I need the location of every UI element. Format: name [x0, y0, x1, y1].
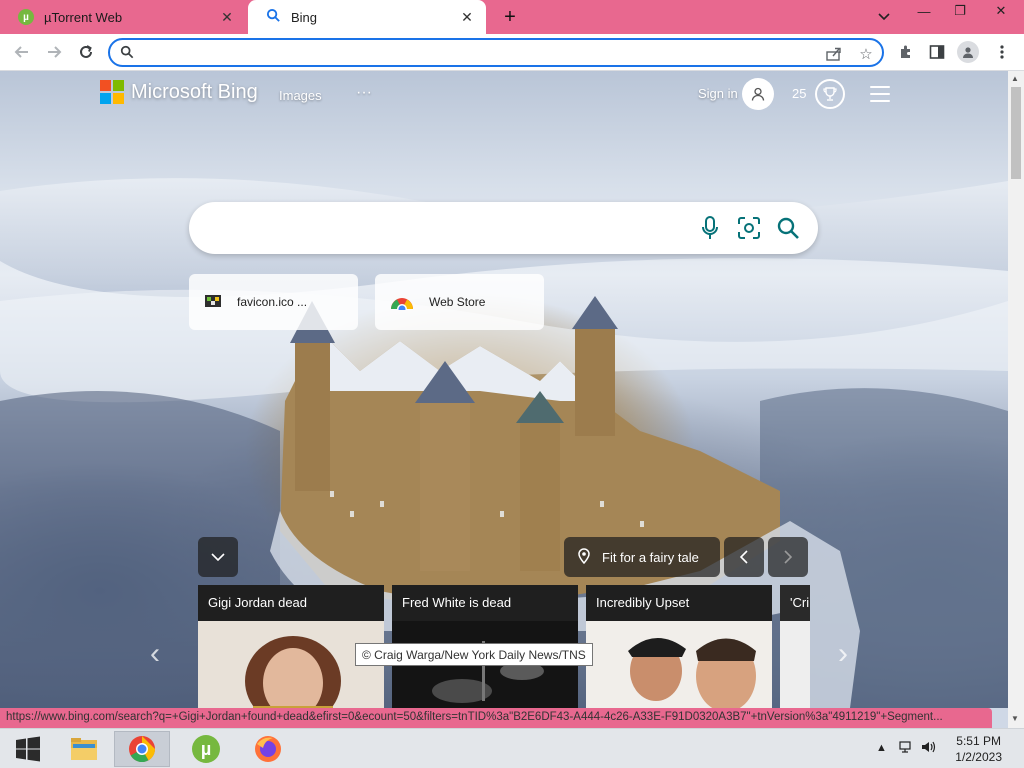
- news-card[interactable]: 'Cri: [780, 585, 810, 708]
- news-card-title: Gigi Jordan dead: [208, 595, 308, 610]
- rewards-points[interactable]: 25: [792, 86, 806, 101]
- windows-taskbar: µ ▲ 5:51 PM 1/2/2023: [0, 728, 1024, 768]
- browser-menu-kebab-icon[interactable]: [991, 41, 1013, 63]
- address-bar[interactable]: ☆: [108, 38, 884, 67]
- clock-date: 1/2/2023: [955, 750, 1002, 764]
- system-clock[interactable]: 5:51 PM 1/2/2023: [955, 733, 1002, 765]
- close-window-button[interactable]: ✕: [978, 0, 1024, 22]
- scroll-up-arrow-icon[interactable]: ▲: [1011, 74, 1019, 83]
- scroll-down-chevron-icon[interactable]: [198, 537, 238, 577]
- favicon-icon: [203, 293, 223, 312]
- search-submit-icon[interactable]: [775, 215, 801, 241]
- svg-text:µ: µ: [201, 739, 211, 759]
- windows-logo-icon: [16, 736, 40, 762]
- new-tab-button[interactable]: +: [498, 5, 522, 29]
- images-link[interactable]: Images: [279, 88, 322, 103]
- tab-bing[interactable]: Bing ✕: [248, 0, 486, 34]
- bing-logo[interactable]: Microsoft Bing: [100, 80, 258, 104]
- folder-icon: [71, 738, 97, 760]
- image-caption-text: Fit for a fairy tale: [602, 549, 699, 565]
- forward-button[interactable]: [42, 40, 66, 64]
- tab-title: Bing: [291, 9, 318, 25]
- start-button[interactable]: [0, 731, 56, 767]
- scrollbar-thumb[interactable]: [1011, 87, 1021, 179]
- tab-strip: µ µTorrent Web ✕ Bing ✕ + — ❐ ✕: [0, 0, 1024, 34]
- quick-link-favicon[interactable]: favicon.ico ...: [189, 274, 358, 330]
- news-thumbnail: [780, 621, 810, 708]
- bing-search-box[interactable]: [189, 202, 818, 254]
- status-bar-url: https://www.bing.com/search?q=+Gigi+Jord…: [0, 708, 992, 728]
- network-icon[interactable]: [898, 739, 914, 758]
- tab-close-icon[interactable]: ✕: [218, 8, 236, 26]
- share-icon[interactable]: [824, 45, 844, 63]
- restore-button[interactable]: ❐: [942, 0, 978, 22]
- more-nav-button[interactable]: ···: [356, 84, 372, 102]
- page-scrollbar[interactable]: ▲ ▼: [1008, 71, 1024, 728]
- minimize-button[interactable]: —: [906, 0, 942, 22]
- bookmark-star-icon[interactable]: ☆: [856, 45, 876, 63]
- news-card[interactable]: Incredibly Upset: [586, 585, 772, 708]
- carousel-next-chevron-icon[interactable]: ›: [838, 637, 848, 671]
- file-explorer-button[interactable]: [56, 731, 112, 767]
- utorrent-taskbar-button[interactable]: µ: [178, 731, 234, 767]
- bing-wordmark: Microsoft Bing: [131, 80, 258, 103]
- tab-search-dropdown-icon[interactable]: [862, 0, 906, 34]
- show-hidden-icons-chevron-icon[interactable]: ▲: [876, 742, 887, 754]
- microphone-icon[interactable]: [697, 215, 723, 241]
- clock-time: 5:51 PM: [956, 734, 1001, 748]
- profile-avatar[interactable]: [957, 41, 979, 63]
- chrome-web-store-icon: [389, 292, 415, 314]
- next-image-button[interactable]: [768, 537, 808, 577]
- news-card-title: Incredibly Upset: [596, 595, 690, 610]
- visual-search-icon[interactable]: [736, 215, 762, 241]
- profile-person-icon: [957, 41, 979, 63]
- address-input[interactable]: [144, 43, 804, 62]
- back-button[interactable]: [10, 40, 34, 64]
- reload-button[interactable]: [74, 40, 98, 64]
- news-thumbnail: [586, 621, 772, 708]
- user-avatar-icon[interactable]: [742, 78, 774, 110]
- scroll-down-arrow-icon[interactable]: ▼: [1011, 714, 1019, 723]
- tab-utorrent-web[interactable]: µ µTorrent Web ✕: [0, 0, 246, 34]
- location-pin-icon: [578, 547, 590, 567]
- search-icon: [120, 45, 134, 62]
- image-info-button[interactable]: Fit for a fairy tale: [564, 537, 720, 577]
- utorrent-favicon-icon: µ: [18, 9, 34, 25]
- volume-icon[interactable]: [920, 739, 938, 758]
- window-controls: — ❐ ✕: [862, 0, 1024, 34]
- carousel-prev-chevron-icon[interactable]: ‹: [150, 637, 160, 671]
- side-panel-icon[interactable]: [926, 41, 948, 63]
- rewards-trophy-icon[interactable]: [815, 79, 845, 109]
- tab-title: µTorrent Web: [44, 9, 123, 25]
- browser-toolbar: ☆: [0, 34, 1024, 71]
- quick-link-label: favicon.ico ...: [237, 295, 308, 309]
- sign-in-link[interactable]: Sign in: [698, 86, 738, 101]
- news-card-title: 'Cri: [790, 595, 810, 610]
- bing-search-input[interactable]: [211, 216, 691, 240]
- search-favicon-icon: [266, 8, 281, 26]
- utorrent-icon: µ: [192, 735, 220, 763]
- chrome-taskbar-button[interactable]: [114, 731, 170, 767]
- hamburger-menu-icon[interactable]: [870, 86, 890, 102]
- firefox-taskbar-button[interactable]: [240, 731, 296, 767]
- tab-close-icon[interactable]: ✕: [458, 8, 476, 26]
- quick-link-label: Web Store: [429, 295, 486, 309]
- extensions-puzzle-icon[interactable]: [895, 41, 917, 63]
- news-card-title: Fred White is dead: [402, 595, 512, 610]
- previous-image-button[interactable]: [724, 537, 764, 577]
- bing-homepage: Microsoft Bing Images ··· Sign in 25 fav…: [0, 71, 1008, 708]
- image-credit-tooltip: © Craig Warga/New York Daily News/TNS: [355, 643, 593, 666]
- quick-link-web-store[interactable]: Web Store: [375, 274, 544, 330]
- firefox-icon: [255, 736, 281, 762]
- microsoft-logo-icon: [100, 80, 124, 104]
- chrome-icon: [129, 736, 156, 763]
